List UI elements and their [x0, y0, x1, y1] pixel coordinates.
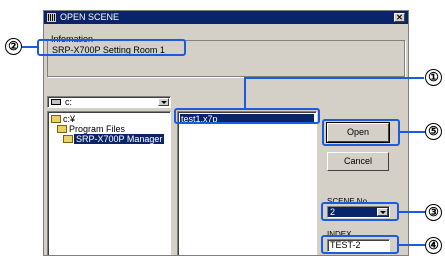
connector-line [398, 211, 425, 213]
grid-icon [47, 13, 56, 22]
callout-4: ④ [425, 237, 442, 254]
dropdown-arrow-icon [161, 101, 167, 104]
connector-line [244, 77, 424, 79]
title-bar[interactable]: OPEN SCENE ✕ [44, 11, 408, 24]
drive-icon [51, 99, 61, 105]
directory-label: c:¥ [63, 114, 76, 124]
folder-icon [51, 115, 61, 123]
connector-line [399, 131, 425, 133]
drive-value: c: [65, 97, 73, 107]
directory-item[interactable]: Program Files [48, 124, 168, 134]
directory-item[interactable]: SRP-X700P Manager [48, 134, 168, 144]
close-icon[interactable]: ✕ [394, 13, 405, 22]
directory-item[interactable]: c:¥ [48, 114, 168, 124]
highlight-scene [321, 202, 399, 221]
drive-dropdown-button[interactable] [158, 98, 169, 106]
callout-3: ③ [425, 204, 442, 221]
highlight-index [321, 235, 399, 254]
highlight-open [322, 119, 400, 146]
callout-2: ② [5, 38, 22, 55]
highlight-information [37, 39, 186, 56]
callout-1: ① [425, 69, 442, 86]
cancel-button[interactable]: Cancel [327, 152, 389, 171]
connector-line [244, 77, 246, 109]
folder-icon [57, 125, 67, 133]
folder-icon [63, 135, 73, 143]
connector-line [22, 46, 38, 48]
drive-select[interactable]: c: [47, 96, 171, 108]
directory-label: SRP-X700P Manager [74, 134, 165, 144]
directory-list[interactable]: c:¥ Program Files SRP-X700P Manager [47, 111, 171, 255]
connector-line [398, 244, 425, 246]
dialog-title: OPEN SCENE [60, 12, 120, 22]
file-list[interactable]: test1.x7p [177, 111, 317, 255]
callout-5: ⑤ [425, 123, 442, 140]
directory-label: Program Files [69, 124, 126, 134]
highlight-file [174, 108, 320, 124]
